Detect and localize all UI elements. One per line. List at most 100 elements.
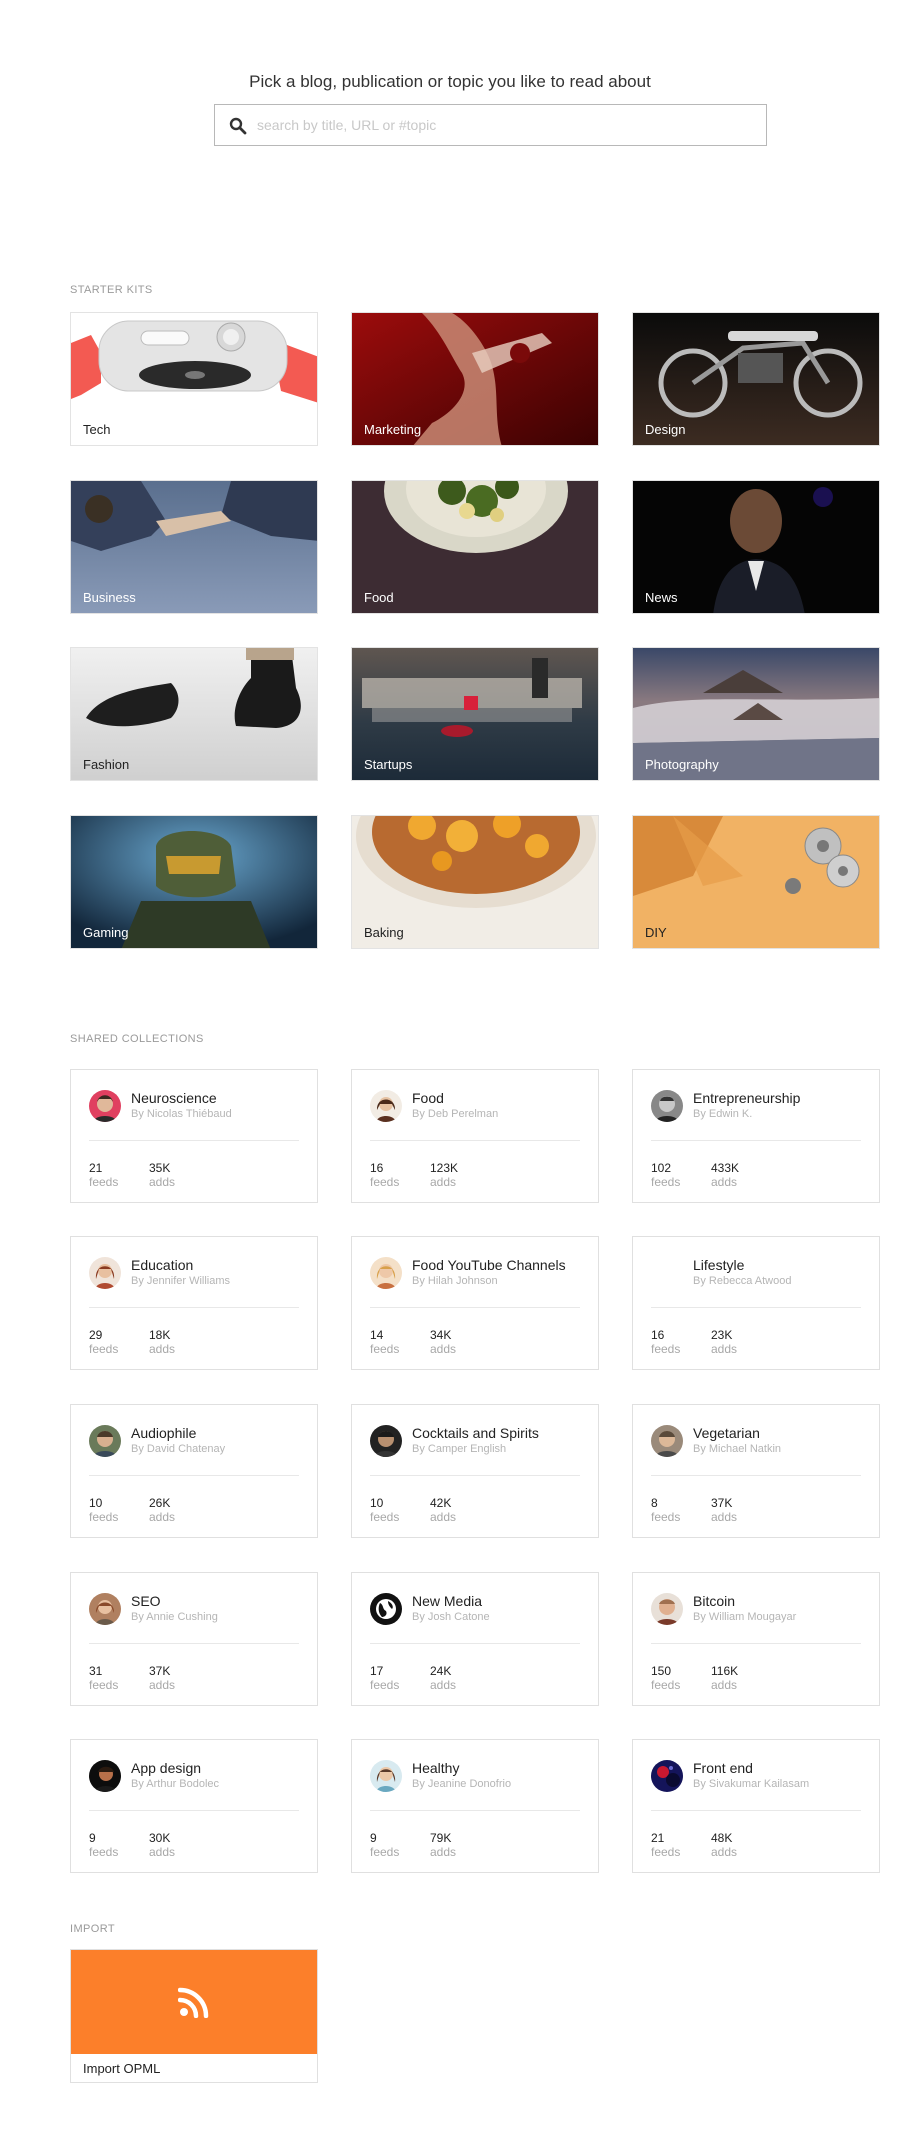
starter-kit-gaming[interactable]: Gaming [70, 815, 318, 949]
collection-card-app-design[interactable]: App design By Arthur Bodolec 9 feeds 30K… [70, 1739, 318, 1873]
collection-card-healthy[interactable]: Healthy By Jeanine Donofrio 9 feeds 79K … [351, 1739, 599, 1873]
adds-label: adds [711, 1342, 738, 1356]
starter-kit-startups[interactable]: Startups [351, 647, 599, 781]
avatar [370, 1760, 402, 1792]
adds-count: 433K [711, 1161, 740, 1175]
collection-author: By David Chatenay [131, 1443, 226, 1455]
collection-card-lifestyle[interactable]: Lifestyle By Rebecca Atwood 16 feeds 23K… [632, 1236, 880, 1370]
feeds-count: 21 [651, 1831, 665, 1845]
adds-label: adds [711, 1175, 738, 1189]
search-input[interactable] [255, 105, 757, 145]
starter-kit-business[interactable]: Business [70, 480, 318, 614]
collection-card-seo[interactable]: SEO By Annie Cushing 31 feeds 37K adds [70, 1572, 318, 1706]
divider [89, 1643, 299, 1644]
divider [370, 1475, 580, 1476]
divider [651, 1475, 861, 1476]
collection-card-neuroscience[interactable]: Neuroscience By Nicolas Thiébaud 21 feed… [70, 1069, 318, 1203]
starter-kit-design[interactable]: Design [632, 312, 880, 446]
divider [651, 1307, 861, 1308]
collection-card-vegetarian[interactable]: Vegetarian By Michael Natkin 8 feeds 37K… [632, 1404, 880, 1538]
adds-count: 26K [149, 1496, 171, 1510]
collection-author: By Josh Catone [412, 1611, 490, 1623]
avatar [370, 1593, 402, 1625]
adds-label: adds [430, 1678, 457, 1692]
starter-kit-diy[interactable]: DIY [632, 815, 880, 949]
feeds-count: 9 [370, 1831, 377, 1845]
avatar [651, 1425, 683, 1457]
page-prompt: Pick a blog, publication or topic you li… [249, 72, 651, 91]
starter-kit-label: DIY [645, 925, 667, 940]
feeds-count: 29 [89, 1328, 103, 1342]
collection-card-food[interactable]: Food By Deb Perelman 16 feeds 123K adds [351, 1069, 599, 1203]
starter-kit-tech[interactable]: Tech [70, 312, 318, 446]
adds-label: adds [430, 1845, 457, 1859]
collection-card-new-media[interactable]: New Media By Josh Catone 17 feeds 24K ad… [351, 1572, 599, 1706]
avatar [89, 1593, 121, 1625]
collection-title: Education [131, 1257, 194, 1273]
collection-author: By Jeanine Donofrio [412, 1778, 512, 1790]
divider [370, 1307, 580, 1308]
collection-author: By Michael Natkin [693, 1443, 782, 1455]
feeds-count: 21 [89, 1161, 103, 1175]
avatar [89, 1760, 121, 1792]
collection-card-education[interactable]: Education By Jennifer Williams 29 feeds … [70, 1236, 318, 1370]
feeds-label: feeds [370, 1510, 400, 1524]
search-box[interactable] [214, 104, 767, 146]
collection-author: By Deb Perelman [412, 1108, 499, 1120]
collection-card-food-youtube-channels[interactable]: Food YouTube Channels By Hilah Johnson 1… [351, 1236, 599, 1370]
import-opml-button[interactable]: Import OPML [70, 1949, 318, 2083]
adds-count: 42K [430, 1496, 452, 1510]
collection-title: Food [412, 1090, 444, 1106]
feeds-label: feeds [370, 1175, 400, 1189]
collection-author: By Jennifer Williams [131, 1275, 231, 1287]
feeds-label: feeds [651, 1845, 681, 1859]
starter-kit-label: Tech [83, 422, 111, 437]
adds-count: 48K [711, 1831, 733, 1845]
starter-kit-photography[interactable]: Photography [632, 647, 880, 781]
avatar [370, 1090, 402, 1122]
collection-card-audiophile[interactable]: Audiophile By David Chatenay 10 feeds 26… [70, 1404, 318, 1538]
feeds-label: feeds [651, 1342, 681, 1356]
divider [651, 1643, 861, 1644]
adds-label: adds [149, 1342, 176, 1356]
import-opml-label: Import OPML [83, 2061, 161, 2076]
adds-count: 23K [711, 1328, 733, 1342]
avatar [89, 1257, 121, 1289]
collection-title: Audiophile [131, 1425, 197, 1441]
collection-title: App design [131, 1760, 202, 1776]
collection-card-front-end[interactable]: Front end By Sivakumar Kailasam 21 feeds… [632, 1739, 880, 1873]
avatar [89, 1090, 121, 1122]
avatar [370, 1425, 402, 1457]
collection-author: By Nicolas Thiébaud [131, 1108, 232, 1120]
collection-title: SEO [131, 1593, 161, 1609]
adds-label: adds [149, 1845, 176, 1859]
feeds-label: feeds [89, 1342, 119, 1356]
adds-label: adds [430, 1175, 457, 1189]
starter-kit-label: Startups [364, 757, 413, 772]
starter-kit-label: Baking [364, 925, 404, 940]
collection-title: Vegetarian [693, 1425, 760, 1441]
starter-kit-food[interactable]: Food [351, 480, 599, 614]
starter-kit-label: Fashion [83, 757, 130, 772]
adds-label: adds [711, 1845, 738, 1859]
collection-card-entrepreneurship[interactable]: Entrepreneurship By Edwin K. 102 feeds 4… [632, 1069, 880, 1203]
collection-title: New Media [412, 1593, 483, 1609]
starter-kit-baking[interactable]: Baking [351, 815, 599, 949]
starter-kit-label: Gaming [83, 925, 129, 940]
divider [89, 1810, 299, 1811]
rss-icon [178, 1987, 209, 2018]
collection-card-cocktails-and-spirits[interactable]: Cocktails and Spirits By Camper English … [351, 1404, 599, 1538]
starter-kit-label: News [645, 590, 678, 605]
avatar [370, 1257, 402, 1289]
collection-title: Cocktails and Spirits [412, 1425, 539, 1441]
starter-kit-marketing[interactable]: Marketing [351, 312, 599, 446]
divider [89, 1140, 299, 1141]
collection-title: Entrepreneurship [693, 1090, 801, 1106]
diy-image [633, 816, 879, 948]
feeds-label: feeds [651, 1678, 681, 1692]
starter-kit-fashion[interactable]: Fashion [70, 647, 318, 781]
starter-kit-news[interactable]: News [632, 480, 880, 614]
feeds-label: feeds [370, 1678, 400, 1692]
import-banner [71, 1950, 317, 2054]
collection-card-bitcoin[interactable]: Bitcoin By William Mougayar 150 feeds 11… [632, 1572, 880, 1706]
